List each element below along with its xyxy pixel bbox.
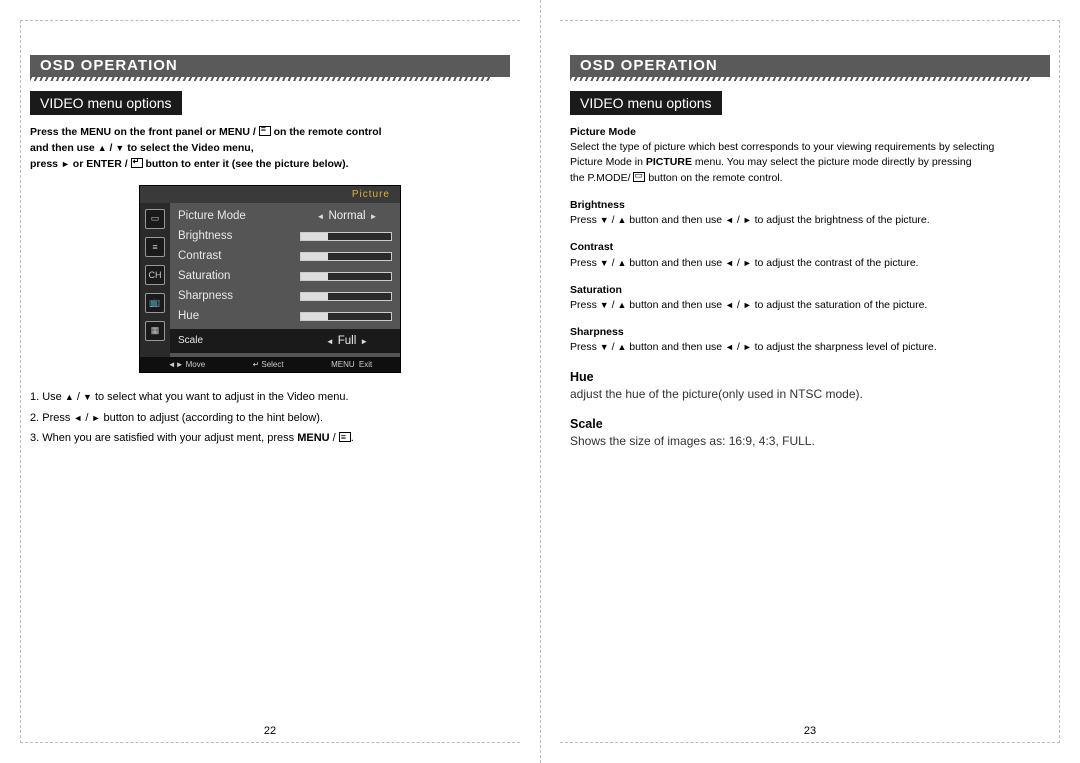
osd-row-sharpness: Sharpness	[178, 289, 392, 304]
osd-screenshot: Picture ▭ ≡ CH 📺 ▦ Picture Mode ◄Normal►…	[139, 185, 401, 373]
channel-tab-icon: CH	[145, 265, 165, 285]
audio-tab-icon: ≡	[145, 237, 165, 257]
up-triangle-icon: ▲	[65, 389, 74, 406]
banner-text: OSD OPERATION	[580, 55, 718, 77]
right-triangle-icon: ►	[743, 214, 752, 227]
osd-row-brightness: Brightness	[178, 229, 392, 244]
intro-line1b: on the remote control	[274, 126, 382, 138]
def-hue: Hue adjust the hue of the picture(only u…	[570, 368, 1050, 404]
def-saturation: Saturation Press ▼ / ▲ button and then u…	[570, 283, 1050, 313]
menu-icon	[339, 432, 351, 442]
step-1: 1. Use ▲ / ▼ to select what you want to …	[30, 387, 510, 408]
intro-line1a: Press the MENU on the front panel or MEN…	[30, 126, 250, 138]
page-22: OSD OPERATION VIDEO menu options Press t…	[0, 0, 540, 763]
tv-tab-icon: 📺	[145, 293, 165, 313]
def-brightness: Brightness Press ▼ / ▲ button and then u…	[570, 198, 1050, 228]
down-triangle-icon: ▼	[115, 142, 124, 155]
right-triangle-icon: ►	[61, 158, 70, 171]
down-triangle-icon: ▼	[600, 214, 609, 227]
osd-footer: ◄►Move ↵Select MENU Exit	[140, 357, 400, 372]
up-triangle-icon: ▲	[617, 214, 626, 227]
up-triangle-icon: ▲	[98, 142, 107, 155]
right-triangle-icon: ►	[743, 299, 752, 312]
osd-row-scale: Scale ◄Full►	[170, 329, 400, 353]
step-2: 2. Press ◄ / ► button to adjust (accordi…	[30, 408, 510, 429]
menu-icon	[259, 126, 271, 136]
osd-row-contrast: Contrast	[178, 249, 392, 264]
page-23: OSD OPERATION VIDEO menu options Picture…	[540, 0, 1080, 763]
intro-text: Press the MENU on the front panel or MEN…	[30, 125, 510, 173]
left-triangle-icon: ◄	[73, 410, 82, 427]
down-triangle-icon: ▼	[600, 299, 609, 312]
down-triangle-icon: ▼	[600, 341, 609, 354]
section-banner: OSD OPERATION	[570, 55, 1050, 83]
left-triangle-icon: ◄	[725, 341, 734, 354]
left-triangle-icon: ◄	[725, 214, 734, 227]
setup-tab-icon: ▦	[145, 321, 165, 341]
def-contrast: Contrast Press ▼ / ▲ button and then use…	[570, 240, 1050, 270]
osd-title: Picture	[140, 186, 400, 203]
osd-row-saturation: Saturation	[178, 269, 392, 284]
right-triangle-icon: ►	[743, 257, 752, 270]
def-sharpness: Sharpness Press ▼ / ▲ button and then us…	[570, 325, 1050, 355]
step-3: 3. When you are satisfied with your adju…	[30, 428, 510, 449]
enter-icon	[131, 158, 143, 168]
left-triangle-icon: ◄	[725, 299, 734, 312]
up-triangle-icon: ▲	[617, 341, 626, 354]
right-triangle-icon: ►	[92, 410, 101, 427]
section-banner: OSD OPERATION	[30, 55, 510, 83]
osd-row-hue: Hue	[178, 309, 392, 324]
page-number: 23	[570, 725, 1050, 737]
picture-tab-icon: ▭	[145, 209, 165, 229]
down-triangle-icon: ▼	[83, 389, 92, 406]
steps-list: 1. Use ▲ / ▼ to select what you want to …	[30, 387, 510, 450]
osd-tab-icons: ▭ ≡ CH 📺 ▦	[140, 203, 170, 357]
up-triangle-icon: ▲	[617, 299, 626, 312]
page-number: 22	[30, 725, 510, 737]
pmode-icon	[633, 172, 645, 182]
up-triangle-icon: ▲	[617, 257, 626, 270]
osd-row-picture-mode: Picture Mode ◄Normal►	[178, 209, 392, 224]
banner-text: OSD OPERATION	[40, 55, 178, 77]
subheading: VIDEO menu options	[30, 91, 182, 115]
def-scale: Scale Shows the size of images as: 16:9,…	[570, 415, 1050, 451]
def-picture-mode: Picture Mode Select the type of picture …	[570, 125, 1050, 186]
definitions: Picture Mode Select the type of picture …	[570, 125, 1050, 451]
right-triangle-icon: ►	[743, 341, 752, 354]
down-triangle-icon: ▼	[600, 257, 609, 270]
subheading: VIDEO menu options	[570, 91, 722, 115]
left-triangle-icon: ◄	[725, 257, 734, 270]
